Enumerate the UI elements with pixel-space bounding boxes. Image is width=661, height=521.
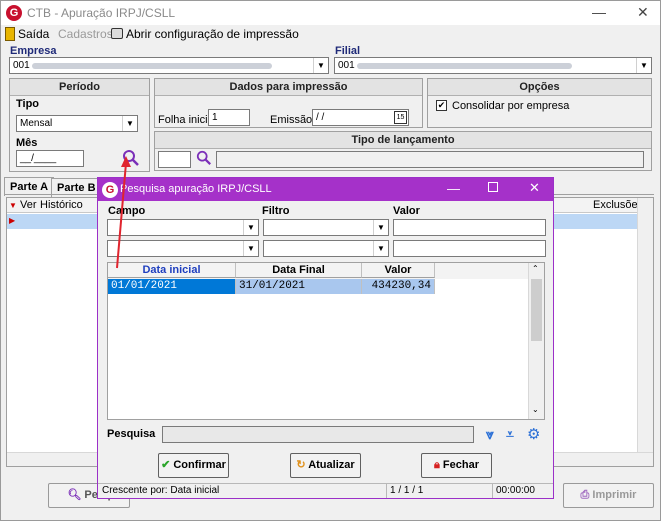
annotation-arrow: [116, 156, 131, 269]
